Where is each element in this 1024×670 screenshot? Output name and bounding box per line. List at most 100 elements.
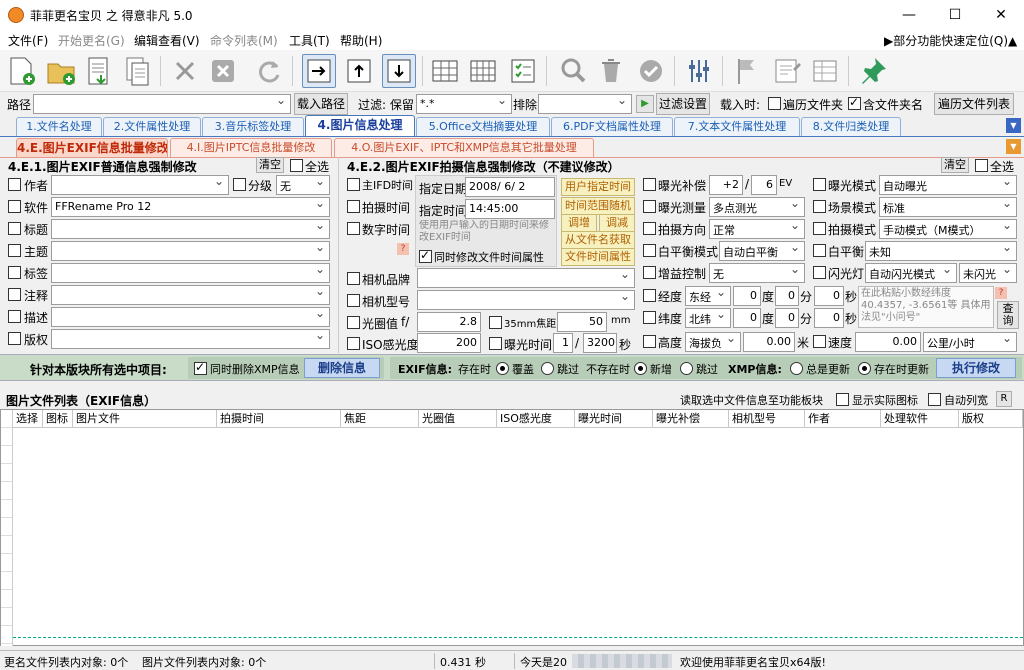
exposure-time-checkbox[interactable] xyxy=(489,337,502,350)
main-ifd-time-checkbox[interactable] xyxy=(347,178,360,191)
traverse-list-button[interactable]: 遍历文件列表 xyxy=(934,93,1014,115)
tab-file-attr[interactable]: 2.文件属性处理 xyxy=(103,117,201,136)
delete-xmp-checkbox[interactable] xyxy=(194,360,207,375)
columns-left-icon[interactable] xyxy=(428,54,462,88)
tab-office[interactable]: 5.Office文档摘要处理 xyxy=(416,117,550,136)
column-header[interactable]: 焦距 xyxy=(341,410,419,428)
speed-unit-select[interactable]: 公里/小时 xyxy=(923,332,1017,352)
column-header[interactable]: 曝光补偿 xyxy=(653,410,729,428)
gps-paste-area[interactable]: 在此粘贴小数经纬度 40.4357, -3.6561等 具体用法见"小问号" xyxy=(858,286,994,328)
load-path-button[interactable]: 载入路径 xyxy=(294,93,348,115)
execute-button[interactable]: 执行修改 xyxy=(936,358,1016,378)
trash-icon[interactable] xyxy=(594,54,628,88)
search-icon[interactable] xyxy=(556,54,590,88)
tab-classify[interactable]: 8.文件归类处理 xyxy=(801,117,901,136)
white-balance-checkbox[interactable] xyxy=(813,244,826,257)
decrease-button[interactable]: 调减 xyxy=(599,214,635,232)
play-icon[interactable]: ▶ xyxy=(636,95,654,113)
close-button[interactable]: ✕ xyxy=(978,0,1024,30)
left-select-all-checkbox[interactable] xyxy=(290,159,303,172)
skip2-radio[interactable] xyxy=(680,362,693,375)
subtab-exif[interactable]: 4.E.图片EXIF信息批量修改 xyxy=(16,138,168,157)
right-clear-button[interactable]: 清空 xyxy=(941,157,969,173)
import-list-icon[interactable] xyxy=(82,54,116,88)
update-when-exist-radio[interactable] xyxy=(858,362,871,375)
metering-select[interactable]: 多点测光 xyxy=(709,197,805,217)
refresh-icon[interactable] xyxy=(252,54,286,88)
wb-mode-select[interactable]: 自动白平衡 xyxy=(719,241,805,261)
subtabs-dropdown-icon[interactable]: ▼ xyxy=(1006,139,1021,154)
tags-checkbox[interactable] xyxy=(8,266,21,279)
camera-model-checkbox[interactable] xyxy=(347,294,360,307)
exposure-numerator-input[interactable]: 1 xyxy=(553,333,573,353)
gain-select[interactable]: 无 xyxy=(709,263,805,283)
flash-fired-select[interactable]: 未闪光 xyxy=(959,263,1017,283)
orientation-checkbox[interactable] xyxy=(643,222,656,235)
ev-numerator-input[interactable]: +2 xyxy=(709,175,743,195)
left-clear-button[interactable]: 清空 xyxy=(256,157,284,173)
scene-mode-checkbox[interactable] xyxy=(813,200,826,213)
column-header[interactable]: 曝光时间 xyxy=(575,410,653,428)
latitude-sec-input[interactable]: 0 xyxy=(814,308,844,328)
filter-settings-button[interactable]: 过滤设置 xyxy=(656,93,710,115)
increase-button[interactable]: 调增 xyxy=(561,214,597,232)
column-header[interactable]: 光圈值 xyxy=(419,410,497,428)
longitude-checkbox[interactable] xyxy=(643,289,656,302)
file-time-attr-button[interactable]: 文件时间属性 xyxy=(561,248,635,266)
column-header[interactable]: 图标 xyxy=(43,410,73,428)
skip-radio[interactable] xyxy=(541,362,554,375)
exposure-mode-select[interactable]: 自动曝光 xyxy=(879,175,1017,195)
column-header[interactable]: 版权 xyxy=(959,410,1023,428)
shoot-mode-select[interactable]: 手动模式（M模式） xyxy=(879,219,1017,239)
longitude-deg-input[interactable]: 0 xyxy=(733,286,761,306)
ev-checkbox[interactable] xyxy=(643,178,656,191)
comment-input[interactable] xyxy=(51,285,330,305)
user-time-button[interactable]: 用户指定时间 xyxy=(561,178,635,196)
clear-icon[interactable] xyxy=(206,54,240,88)
ev-denominator-input[interactable]: 6 xyxy=(751,175,777,195)
digital-time-checkbox[interactable] xyxy=(347,222,360,235)
latitude-checkbox[interactable] xyxy=(643,311,656,324)
altitude-ref-select[interactable]: 海拔负 xyxy=(685,332,741,352)
file-list-grid[interactable]: 选择 图标 图片文件 拍摄时间 焦距 光圈值 ISO感光度 曝光时间 曝光补偿 … xyxy=(0,409,1024,646)
cover-radio[interactable] xyxy=(496,362,509,375)
delete-x-icon[interactable] xyxy=(168,54,202,88)
from-filename-button[interactable]: 从文件名获取 xyxy=(561,231,635,249)
move-right-icon[interactable] xyxy=(302,54,336,88)
wb-mode-checkbox[interactable] xyxy=(643,244,656,257)
title-input[interactable] xyxy=(51,219,330,239)
add-radio[interactable] xyxy=(634,362,647,375)
orientation-select[interactable]: 正常 xyxy=(709,219,805,239)
subject-input[interactable] xyxy=(51,241,330,261)
author-checkbox[interactable] xyxy=(8,178,21,191)
random-time-button[interactable]: 时间范围随机 xyxy=(561,197,635,215)
help-question-icon[interactable]: ? xyxy=(397,243,409,255)
focal-input[interactable]: 50 xyxy=(557,312,607,332)
date-picker[interactable]: 2008/ 6/ 2 xyxy=(465,177,555,197)
camera-model-input[interactable] xyxy=(417,290,635,310)
menu-help[interactable]: 帮助(H) xyxy=(340,32,382,49)
column-header[interactable]: 选择 xyxy=(13,410,43,428)
sync-file-time-checkbox[interactable] xyxy=(419,248,432,263)
tab-music-tag[interactable]: 3.音乐标签处理 xyxy=(202,117,304,136)
camera-brand-checkbox[interactable] xyxy=(347,272,360,285)
flash-mode-select[interactable]: 自动闪光模式 xyxy=(865,263,957,283)
copyright-checkbox[interactable] xyxy=(8,332,21,345)
column-header[interactable]: 拍摄时间 xyxy=(217,410,341,428)
copy-list-icon[interactable] xyxy=(120,54,154,88)
rating-checkbox[interactable] xyxy=(233,178,246,191)
altitude-checkbox[interactable] xyxy=(643,335,656,348)
shot-time-checkbox[interactable] xyxy=(347,200,360,213)
speed-checkbox[interactable] xyxy=(813,335,826,348)
gain-checkbox[interactable] xyxy=(643,266,656,279)
add-folder-icon[interactable] xyxy=(44,54,78,88)
exposure-mode-checkbox[interactable] xyxy=(813,178,826,191)
path-input[interactable] xyxy=(33,94,291,114)
camera-brand-input[interactable] xyxy=(417,268,635,288)
flag-icon[interactable] xyxy=(730,54,764,88)
move-up-icon[interactable] xyxy=(342,54,376,88)
scene-mode-select[interactable]: 标准 xyxy=(879,197,1017,217)
tab-filename[interactable]: 1.文件名处理 xyxy=(16,117,102,136)
grid-view-icon[interactable] xyxy=(466,54,500,88)
description-checkbox[interactable] xyxy=(8,310,21,323)
